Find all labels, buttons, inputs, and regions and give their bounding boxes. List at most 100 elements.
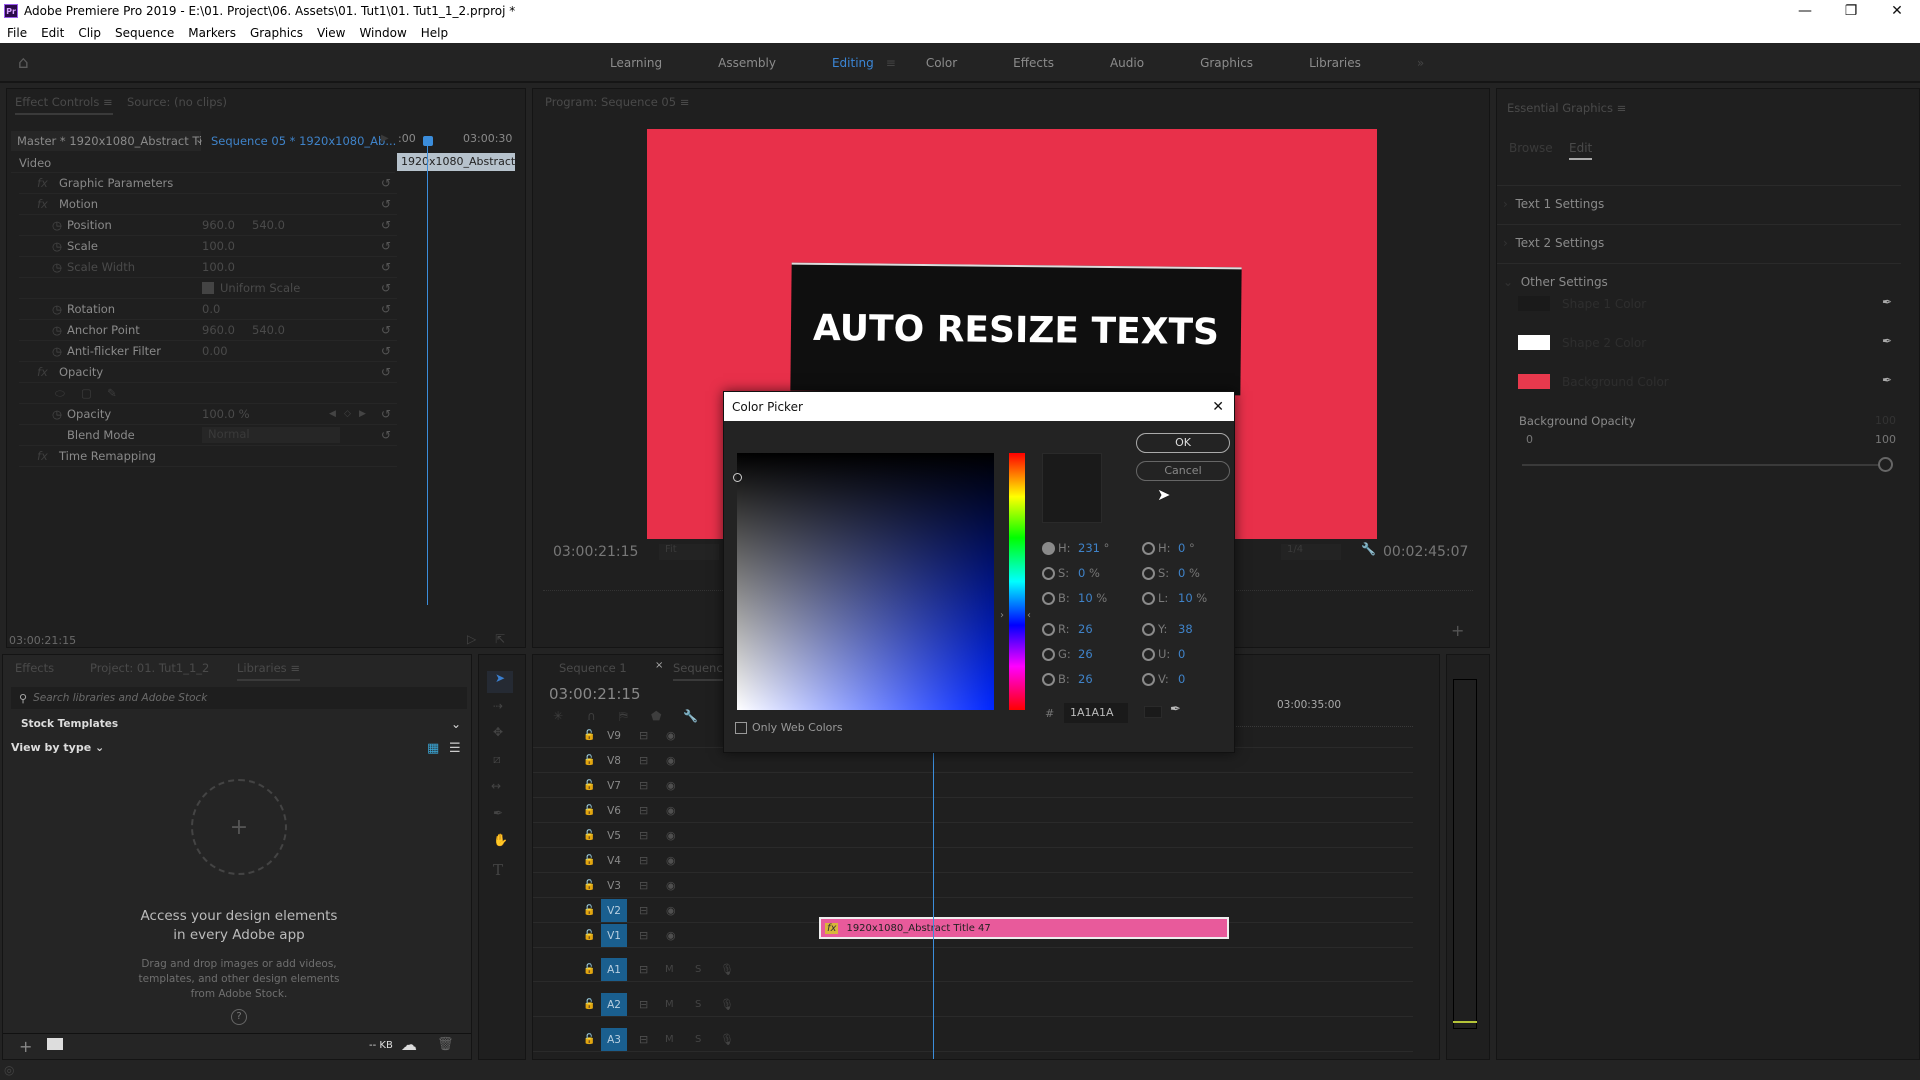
voiceover-mic-icon[interactable]: 🎙 (720, 998, 734, 1011)
program-monitor-title[interactable]: Program: Sequence 05 ≡ (545, 95, 689, 109)
ec-playhead-handle[interactable] (423, 136, 433, 146)
toggle-sync-icon[interactable]: ⊟ (639, 729, 648, 742)
ec-row-opacity-effect[interactable]: fx Opacity ↺ (19, 362, 397, 383)
eye-icon[interactable]: ◉ (666, 829, 676, 842)
export-frame-icon[interactable]: ⇱ (495, 632, 505, 646)
track-target-a1[interactable]: A1 (601, 957, 627, 982)
close-window-button[interactable]: ✕ (1874, 0, 1920, 22)
title-graphic[interactable]: AUTO RESIZE TEXTS (790, 262, 1242, 396)
add-marker-icon[interactable]: ⬟ (651, 709, 661, 723)
rectangle-mask-icon[interactable]: ▢ (81, 386, 92, 400)
lock-icon[interactable]: 🔓 (583, 805, 595, 816)
eye-icon[interactable]: ◉ (666, 929, 676, 942)
lock-icon[interactable]: 🔓 (583, 780, 595, 791)
home-icon[interactable]: ⌂ (18, 53, 38, 73)
close-tab-icon[interactable]: × (655, 660, 663, 671)
rgb-blue-field[interactable]: B: 26 (1042, 672, 1093, 686)
menu-graphics[interactable]: Graphics (243, 26, 310, 40)
selection-tool-icon[interactable]: ➤ (487, 671, 513, 693)
linked-selection-icon[interactable]: ⛿ (619, 709, 628, 724)
eye-icon[interactable]: ◉ (666, 754, 676, 767)
rgb-green-field[interactable]: G: 26 (1042, 647, 1093, 661)
opacity-slider-thumb[interactable] (1878, 457, 1893, 472)
voiceover-mic-icon[interactable]: 🎙 (720, 1033, 734, 1046)
workspace-tab-color[interactable]: Color (926, 56, 957, 70)
hex-input[interactable]: 1A1A1A (1064, 703, 1128, 723)
hand-tool-icon[interactable]: ✋ (493, 833, 508, 847)
master-clip-selector[interactable]: Master * 1920x1080_Abstract Tit... (11, 131, 201, 151)
toggle-sync-icon[interactable]: ⊟ (639, 904, 648, 917)
eye-icon[interactable]: ◉ (666, 804, 676, 817)
menu-clip[interactable]: Clip (71, 26, 108, 40)
eye-icon[interactable]: ◉ (666, 854, 676, 867)
track-target-v1[interactable]: V1 (601, 923, 627, 948)
workspace-tab-graphics[interactable]: Graphics (1200, 56, 1253, 70)
wrench-icon[interactable]: 🔧 (1361, 542, 1376, 556)
background-opacity-value[interactable]: 100 (1875, 414, 1896, 427)
tab-effects[interactable]: Effects (15, 661, 54, 675)
eg-tab-edit[interactable]: Edit (1569, 141, 1593, 160)
ec-row-position[interactable]: ◷ Position 960.0 540.0 ↺ (19, 215, 397, 236)
track-target-v4[interactable]: V4 (601, 849, 627, 873)
help-icon[interactable]: ? (231, 1009, 247, 1025)
track-target-a2[interactable]: A2 (601, 992, 627, 1017)
timeline-tab-sequence[interactable]: Sequence (673, 661, 730, 681)
hsl-lightness-field[interactable]: L: 10 % (1142, 591, 1207, 605)
ec-row-scale[interactable]: ◷ Scale 100.0 ↺ (19, 236, 397, 257)
eyedropper-icon[interactable]: ✒ (1170, 702, 1181, 717)
folder-icon[interactable] (47, 1038, 63, 1050)
play-only-icon[interactable]: ▶ (381, 133, 389, 144)
eg-tab-browse[interactable]: Browse (1509, 141, 1553, 155)
program-timecode[interactable]: 03:00:21:15 (553, 544, 638, 560)
section-other-settings[interactable]: ⌄ Other Settings (1503, 275, 1608, 289)
lock-icon[interactable]: 🔓 (583, 730, 595, 741)
ec-row-opacity[interactable]: ◷ Opacity 100.0 % ◀ ◇ ▶ ↺ (19, 404, 397, 425)
timeline-timecode[interactable]: 03:00:21:15 (549, 685, 641, 703)
sequence-clip-label[interactable]: Sequence 05 * 1920x1080_Ab... (211, 134, 396, 148)
next-keyframe-icon[interactable]: ▶ (359, 409, 366, 419)
ec-row-anchor-point[interactable]: ◷ Anchor Point 960.0 540.0 ↺ (19, 320, 397, 341)
lock-icon[interactable]: 🔓 (583, 930, 595, 941)
pen-tool-icon[interactable]: ✒ (493, 806, 503, 820)
creative-cloud-icon[interactable]: ◎ (4, 1063, 14, 1077)
timeline-ruler[interactable] (1233, 717, 1413, 727)
hsl-saturation-field[interactable]: S: 0 % (1142, 566, 1200, 580)
blend-mode-select[interactable]: Normal (202, 427, 340, 443)
zoom-fit-select[interactable]: Fit (659, 544, 719, 560)
workspace-tab-learning[interactable]: Learning (610, 56, 662, 70)
mute-button[interactable]: M (665, 999, 674, 1010)
shape-2-color-swatch[interactable] (1518, 335, 1550, 350)
hue-slider-left-arrow[interactable]: › (1000, 610, 1004, 621)
lock-icon[interactable]: 🔓 (583, 830, 595, 841)
lock-icon[interactable]: 🔓 (583, 905, 595, 916)
opacity-slider-track[interactable] (1522, 464, 1886, 466)
menu-file[interactable]: File (0, 26, 34, 40)
lock-icon[interactable]: 🔓 (583, 755, 595, 766)
section-text-1-settings[interactable]: › Text 1 Settings (1503, 197, 1604, 211)
hue-slider-right-arrow[interactable]: ‹ (1027, 610, 1031, 621)
yuv-y-field[interactable]: Y: 38 (1142, 622, 1193, 636)
voiceover-mic-icon[interactable]: 🎙 (720, 963, 734, 976)
ec-row-scale-width[interactable]: ◷ Scale Width 100.0 ↺ (19, 257, 397, 278)
toggle-sync-icon[interactable]: ⊟ (639, 854, 648, 867)
ec-row-time-remapping[interactable]: fx Time Remapping (19, 446, 397, 467)
eyedropper-icon[interactable]: ✒ (1882, 295, 1892, 309)
track-target-v6[interactable]: V6 (601, 799, 627, 823)
mute-button[interactable]: M (665, 1034, 674, 1045)
close-icon[interactable]: ✕ (1212, 399, 1224, 415)
track-select-tool-icon[interactable]: ⇢ (493, 699, 503, 713)
track-target-v3[interactable]: V3 (601, 874, 627, 898)
grid-view-icon[interactable]: ▦ (427, 741, 439, 756)
tab-source[interactable]: Source: (no clips) (127, 95, 227, 109)
hue-slider[interactable] (1009, 453, 1025, 710)
slip-tool-icon[interactable]: ↔ (491, 779, 501, 793)
cancel-button[interactable]: Cancel (1136, 461, 1230, 481)
workspace-tab-audio[interactable]: Audio (1110, 56, 1144, 70)
add-element-icon[interactable]: + (19, 1037, 32, 1056)
lock-icon[interactable]: 🔓 (583, 880, 595, 891)
ec-row-graphic-parameters[interactable]: fx Graphic Parameters ↺ (19, 173, 397, 194)
timeline-playhead[interactable] (933, 741, 934, 1059)
essential-graphics-title[interactable]: Essential Graphics ≡ (1507, 101, 1626, 115)
ok-button[interactable]: OK (1136, 433, 1230, 453)
menu-view[interactable]: View (310, 26, 352, 40)
